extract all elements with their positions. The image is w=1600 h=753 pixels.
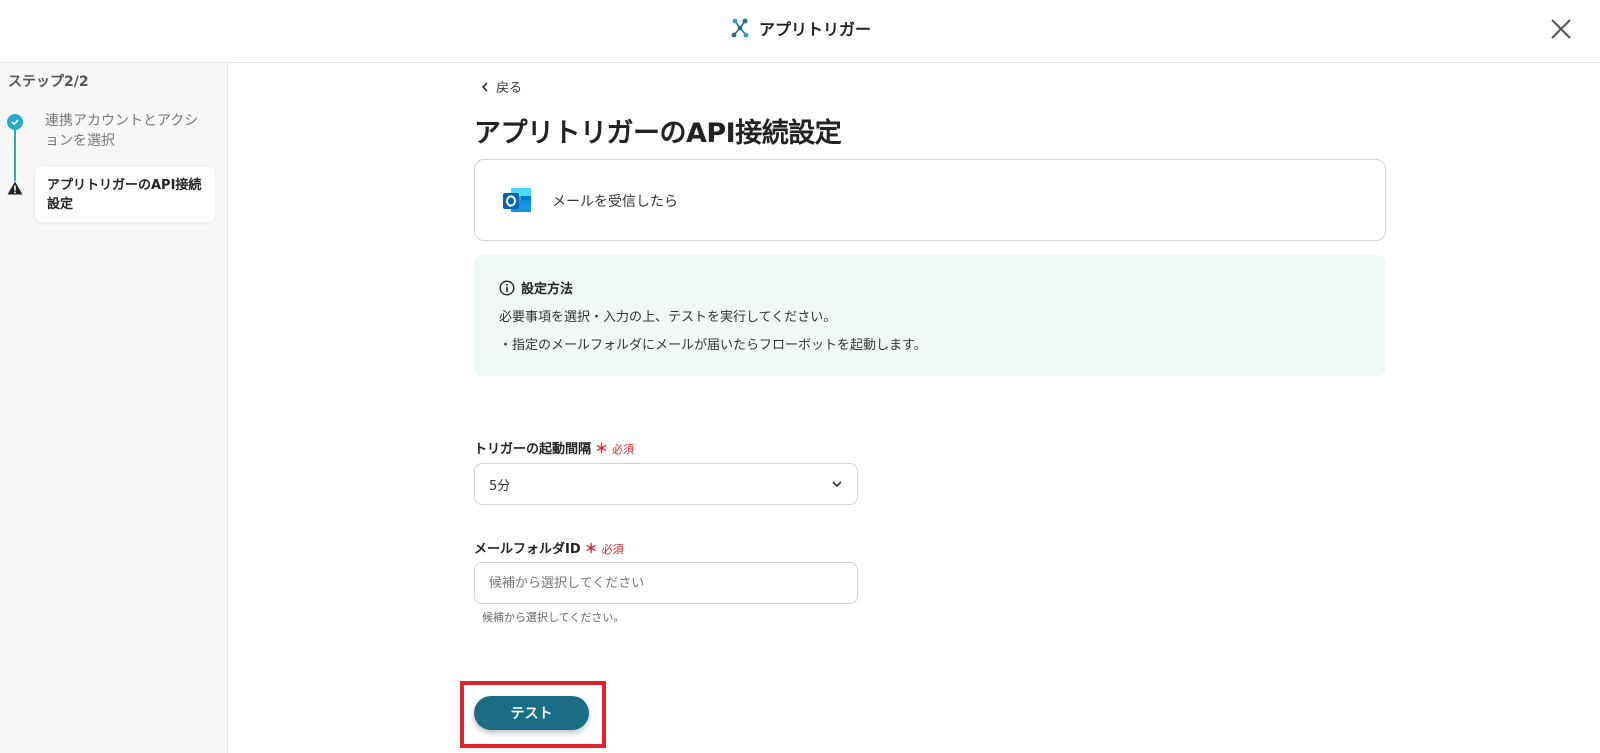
- info-title-group: 設定方法: [499, 278, 573, 297]
- trigger-card: メールを受信したら: [474, 159, 1386, 241]
- interval-label-text: トリガーの起動間隔: [474, 442, 592, 457]
- info-title: 設定方法: [521, 282, 574, 297]
- info-line-2: ・指定のメールフォルダにメールが届いたらフローボットを起動します。: [499, 338, 927, 353]
- chevron-down-icon: [832, 481, 842, 488]
- step-progress-line: [14, 123, 16, 181]
- required-mark: ＊: [595, 442, 609, 457]
- close-icon[interactable]: [1548, 16, 1574, 42]
- header-title: アプリトリガー: [758, 20, 871, 39]
- folder-label-text: メールフォルダID: [474, 542, 581, 557]
- app-trigger-logo-icon: [731, 18, 749, 38]
- app-window: アプリトリガー ステップ2/2 連携アカウントとアクションを選択 アプリトリガー…: [0, 0, 1600, 753]
- header: アプリトリガー: [0, 0, 1600, 63]
- back-label: 戻る: [496, 81, 523, 96]
- header-title-group: アプリトリガー: [0, 16, 1600, 40]
- info-line-1: 必要事項を選択・入力の上、テストを実行してください。: [499, 310, 837, 325]
- test-button[interactable]: テスト: [474, 696, 589, 730]
- trigger-name: メールを受信したら: [552, 194, 678, 210]
- required-text: 必須: [612, 443, 635, 456]
- warning-icon: [7, 181, 23, 195]
- interval-label: トリガーの起動間隔 ＊ 必須: [474, 438, 634, 457]
- folder-id-input[interactable]: [474, 562, 858, 604]
- chevron-left-icon: [481, 81, 488, 92]
- sidebar-step-1[interactable]: 連携アカウントとアクションを選択: [45, 111, 210, 151]
- interval-select[interactable]: 5分: [474, 463, 858, 505]
- outlook-icon: [503, 188, 531, 212]
- required-mark: ＊: [584, 542, 598, 557]
- sidebar-step-2[interactable]: アプリトリガーのAPI接続設定: [35, 167, 215, 222]
- info-box: 設定方法 必要事項を選択・入力の上、テストを実行してください。 ・指定のメールフ…: [474, 255, 1386, 376]
- step-counter: ステップ2/2: [8, 74, 89, 90]
- sidebar: ステップ2/2 連携アカウントとアクションを選択 アプリトリガーのAPI接続設定: [0, 63, 228, 753]
- back-link[interactable]: 戻る: [480, 77, 522, 96]
- folder-help-text: 候補から選択してください。: [482, 611, 625, 624]
- page-title: アプリトリガーのAPI接続設定: [474, 118, 842, 149]
- info-icon: [499, 279, 515, 296]
- folder-label: メールフォルダID ＊ 必須: [474, 538, 624, 557]
- check-icon: [7, 114, 23, 130]
- required-text: 必須: [601, 543, 624, 556]
- interval-select-value: 5分: [489, 478, 511, 494]
